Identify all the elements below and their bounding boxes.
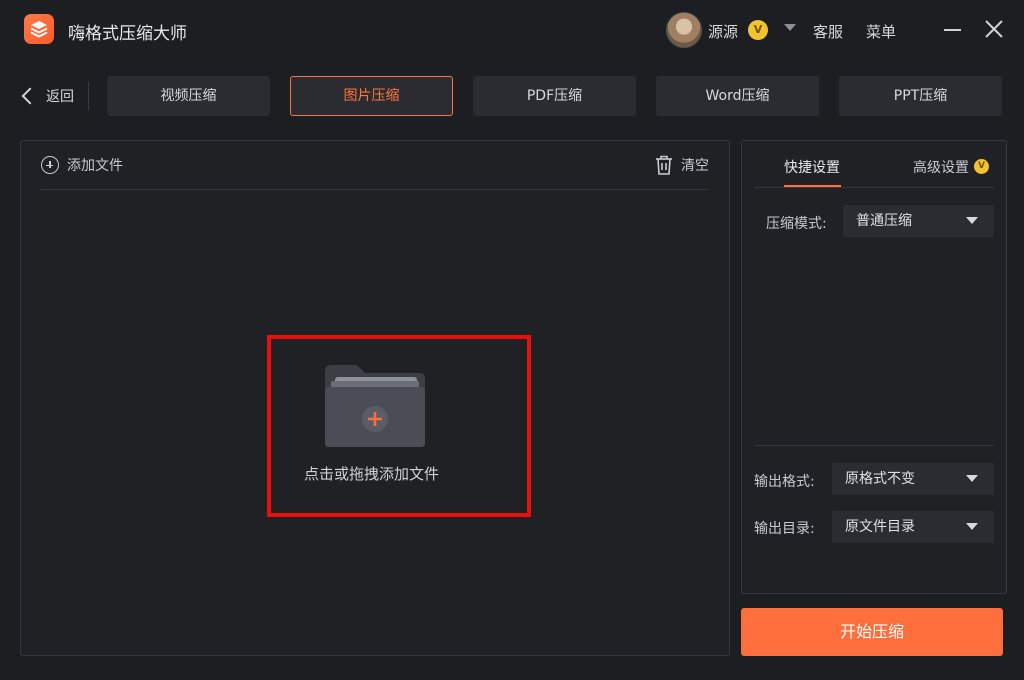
caret-down-icon [966, 475, 978, 482]
minimize-icon[interactable] [944, 29, 961, 31]
tab-quick-settings[interactable]: 快捷设置 [784, 157, 840, 177]
caret-down-icon [966, 523, 978, 530]
app-title: 嗨格式压缩大师 [68, 24, 187, 44]
add-file-button[interactable]: 添加文件 [41, 155, 123, 175]
start-compress-button[interactable]: 开始压缩 [741, 608, 1003, 656]
compress-mode-value: 普通压缩 [856, 213, 912, 229]
title-bar: 嗨格式压缩大师 源源 V 客服 菜单 [0, 0, 1024, 60]
settings-tab-divider [754, 187, 994, 188]
panel-divider [41, 189, 709, 190]
support-button[interactable]: 客服 [813, 21, 843, 42]
settings-divider [754, 445, 994, 446]
chevron-left-icon [21, 87, 39, 105]
add-circle-icon [41, 156, 59, 174]
tab-word-compress[interactable]: Word压缩 [656, 76, 819, 116]
output-format-value: 原格式不变 [845, 471, 915, 487]
output-format-label: 输出格式: [754, 474, 815, 490]
trash-icon [656, 155, 672, 175]
settings-panel: 快捷设置 高级设置 V 压缩模式: 普通压缩 输出格式: 原格式不变 输出目录:… [741, 140, 1007, 594]
file-panel: 添加文件 清空 点击或拖拽添加文件 [20, 140, 730, 656]
active-tab-indicator [784, 185, 841, 187]
output-dir-select[interactable]: 原文件目录 [832, 511, 994, 543]
menu-button[interactable]: 菜单 [866, 21, 896, 42]
compress-mode-label: 压缩模式: [766, 216, 827, 232]
app-window: 嗨格式压缩大师 源源 V 客服 菜单 返回 视频压缩 图片压缩 PDF压缩 Wo… [0, 0, 1024, 680]
caret-down-icon [966, 217, 978, 224]
tab-video-compress[interactable]: 视频压缩 [107, 76, 270, 116]
back-label: 返回 [46, 89, 74, 105]
close-icon[interactable] [984, 19, 1004, 39]
app-logo-icon [24, 14, 54, 44]
tab-image-compress[interactable]: 图片压缩 [290, 76, 453, 116]
clear-label: 清空 [681, 158, 709, 174]
user-name[interactable]: 源源 [708, 21, 738, 42]
tab-pdf-compress[interactable]: PDF压缩 [473, 76, 636, 116]
tab-ppt-compress[interactable]: PPT压缩 [839, 76, 1002, 116]
compress-mode-select[interactable]: 普通压缩 [843, 205, 994, 237]
nav-divider [88, 82, 89, 110]
tab-advanced-settings[interactable]: 高级设置 [913, 157, 969, 177]
back-button[interactable]: 返回 [18, 84, 74, 108]
add-file-label: 添加文件 [67, 158, 123, 174]
vip-advanced-icon: V [974, 159, 989, 174]
avatar[interactable] [666, 12, 702, 48]
vip-badge-icon: V [748, 20, 768, 40]
drop-hint-text: 点击或拖拽添加文件 [304, 465, 440, 483]
output-dir-label: 输出目录: [754, 521, 815, 537]
folder-add-icon[interactable] [323, 363, 427, 453]
output-format-select[interactable]: 原格式不变 [832, 463, 994, 495]
output-dir-value: 原文件目录 [845, 519, 915, 535]
user-dropdown-icon[interactable] [784, 24, 796, 31]
clear-button[interactable]: 清空 [655, 155, 709, 175]
